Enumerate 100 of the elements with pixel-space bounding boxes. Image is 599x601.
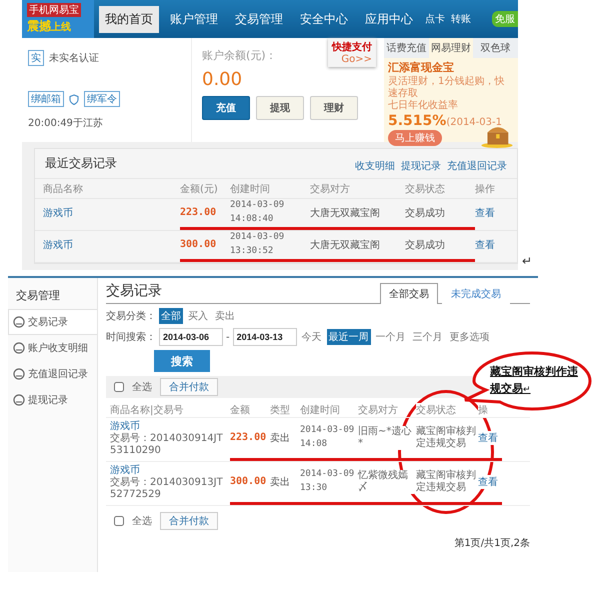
balance-amount: 0.00 (202, 69, 242, 90)
category-option[interactable]: 卖出 (213, 308, 237, 324)
balance-label: 账户余额(元)： (202, 48, 277, 63)
action-button[interactable]: 提现 (256, 96, 304, 120)
type-cell-text: 卖出 (270, 476, 291, 488)
sidebar-item[interactable]: 充值退回记录 (8, 361, 97, 387)
panel-link[interactable]: 充值退回记录 (447, 161, 507, 172)
range-option[interactable]: 今天 (300, 329, 324, 345)
select-all-checkbox[interactable] (114, 516, 124, 526)
nav-tab[interactable]: 交易管理 (229, 6, 289, 32)
party-cell: 旧雨~*遗心* (358, 426, 414, 450)
amount-cell-text: 223.00 (180, 207, 218, 218)
verify-status: 未实名认证 (49, 52, 99, 65)
view-link[interactable]: 查看 (478, 430, 498, 444)
quick-pay-sticker[interactable]: 快捷支付 Go>> (328, 38, 376, 67)
promo-description: 灵活理财，1分钱起购，快速存取 (388, 76, 506, 99)
record-icon (13, 394, 25, 406)
search-button[interactable]: 搜索 (154, 350, 210, 372)
category-option[interactable]: 买入 (186, 308, 210, 324)
column-header: 操作 (475, 182, 496, 196)
annotation-text: 藏宝阁审核判作违规交易↵ (490, 364, 578, 396)
select-all-label: 全选 (132, 514, 152, 528)
column-header: 商品名称|交易号 (110, 402, 184, 416)
range-option[interactable]: 最近一周 (326, 329, 371, 345)
product-link[interactable]: 游戏币 (43, 238, 180, 252)
time-cell-text: 13:30 (300, 482, 328, 494)
rate-label: 七日年化收益率 (388, 100, 459, 112)
record-icon (13, 342, 25, 354)
page-title: 交易记录 (106, 282, 162, 301)
view-link[interactable]: 查看 (475, 206, 509, 220)
date-field[interactable]: 2014-03-13 (232, 328, 297, 346)
date-field[interactable]: 2014-03-06 (159, 328, 223, 346)
tab[interactable]: 全部交易 (380, 283, 438, 304)
nav-link[interactable]: 点卡 (425, 12, 445, 26)
select-all-checkbox[interactable] (114, 382, 124, 392)
sidebar-item[interactable]: 账户收支明细 (8, 335, 97, 361)
party-cell-text: 大唐无双藏宝阁 (310, 238, 381, 252)
nav-link[interactable]: 转账 (451, 12, 471, 26)
email-badge[interactable]: 绑邮箱 (28, 91, 64, 107)
status-cell-text: 交易成功 (405, 238, 446, 252)
login-info: 20:00:49于江苏 (28, 116, 104, 130)
product-link[interactable]: 游戏币 (43, 206, 180, 220)
date-cell-text: 2014-03-09 (300, 468, 354, 481)
party-cell: 忆紫微残嫣〆 (358, 470, 414, 494)
sidebar-title: 交易管理 (15, 288, 61, 304)
select-all-label: 全选 (132, 380, 152, 394)
rate-value: 5.515% (388, 112, 446, 128)
sidebar-item[interactable]: 提现记录 (8, 387, 97, 413)
view-link[interactable]: 查看 (475, 238, 509, 252)
logo-title: 震撼上线 (27, 18, 72, 35)
view-link[interactable]: 查看 (478, 474, 498, 488)
column-header: 金额(元) (180, 182, 219, 196)
panel-title: 最近交易记录 (45, 155, 117, 172)
product-link[interactable]: 游戏币 (110, 418, 140, 432)
verify-badge: 实 (28, 50, 44, 66)
column-header: 创建时间 (300, 402, 340, 416)
panel-link[interactable]: 提现记录 (401, 161, 441, 172)
action-button[interactable]: 理财 (310, 96, 358, 120)
filter-label: 交易分类： (106, 310, 156, 323)
pagination-info: 第1页/共1页,2条 (454, 536, 530, 550)
rate-date: (2014-03-1 (446, 116, 502, 128)
party-cell-text: 大唐无双藏宝阁 (310, 206, 381, 220)
promo-tab[interactable]: 双色球 (473, 38, 518, 58)
panel-link[interactable]: 收支明细 (355, 161, 395, 172)
time-cell-text: 14:08 (300, 438, 328, 450)
more-options-link[interactable]: 更多选项 (448, 329, 492, 345)
status-cell-text: 交易成功 (405, 206, 446, 220)
token-badge[interactable]: 绑军令 (84, 91, 120, 107)
column-header: 操 (478, 402, 488, 416)
sidebar-item[interactable]: 交易记录 (8, 309, 97, 335)
column-header: 创建时间 (230, 182, 271, 196)
range-option[interactable]: 一个月 (374, 329, 408, 345)
date-cell-text: 2014-03-09 (230, 199, 284, 212)
column-header: 交易对方 (358, 402, 398, 416)
nav-tab[interactable]: 我的首页 (99, 6, 159, 32)
range-option[interactable]: 三个月 (410, 329, 445, 345)
column-header: 商品名称 (43, 182, 84, 196)
column-header: 类型 (270, 402, 290, 416)
earn-button[interactable]: 马上赚钱 (388, 130, 442, 146)
nav-tab[interactable]: 安全中心 (294, 6, 354, 32)
merge-pay-button[interactable]: 合并付款 (160, 378, 218, 396)
date-cell-text: 2014-03-09 (300, 424, 354, 437)
date-cell-text: 2014-03-09 (230, 231, 284, 244)
promo-tab[interactable]: 网易理财 (428, 38, 474, 58)
category-option[interactable]: 全部 (159, 308, 183, 324)
column-header: 交易状态 (405, 182, 446, 196)
merge-pay-button[interactable]: 合并付款 (160, 512, 218, 530)
nav-tab[interactable]: 账户管理 (164, 6, 224, 32)
promo-tab[interactable]: 话费充值 (384, 38, 429, 58)
status-cell: 藏宝阁审核判定违规交易 (416, 470, 476, 494)
column-header: 交易对方 (310, 182, 351, 196)
shield-icon (69, 94, 79, 104)
time-cell-text: 13:30:52 (230, 244, 274, 258)
product-link[interactable]: 游戏币 (110, 462, 140, 476)
nav-tab[interactable]: 应用中心 (359, 6, 419, 32)
column-header: 交易状态 (416, 402, 456, 416)
record-icon (13, 316, 25, 328)
action-button[interactable]: 充值 (202, 96, 250, 120)
promo-title: 汇添富现金宝 (388, 60, 455, 75)
amount-cell-text: 300.00 (230, 476, 268, 487)
